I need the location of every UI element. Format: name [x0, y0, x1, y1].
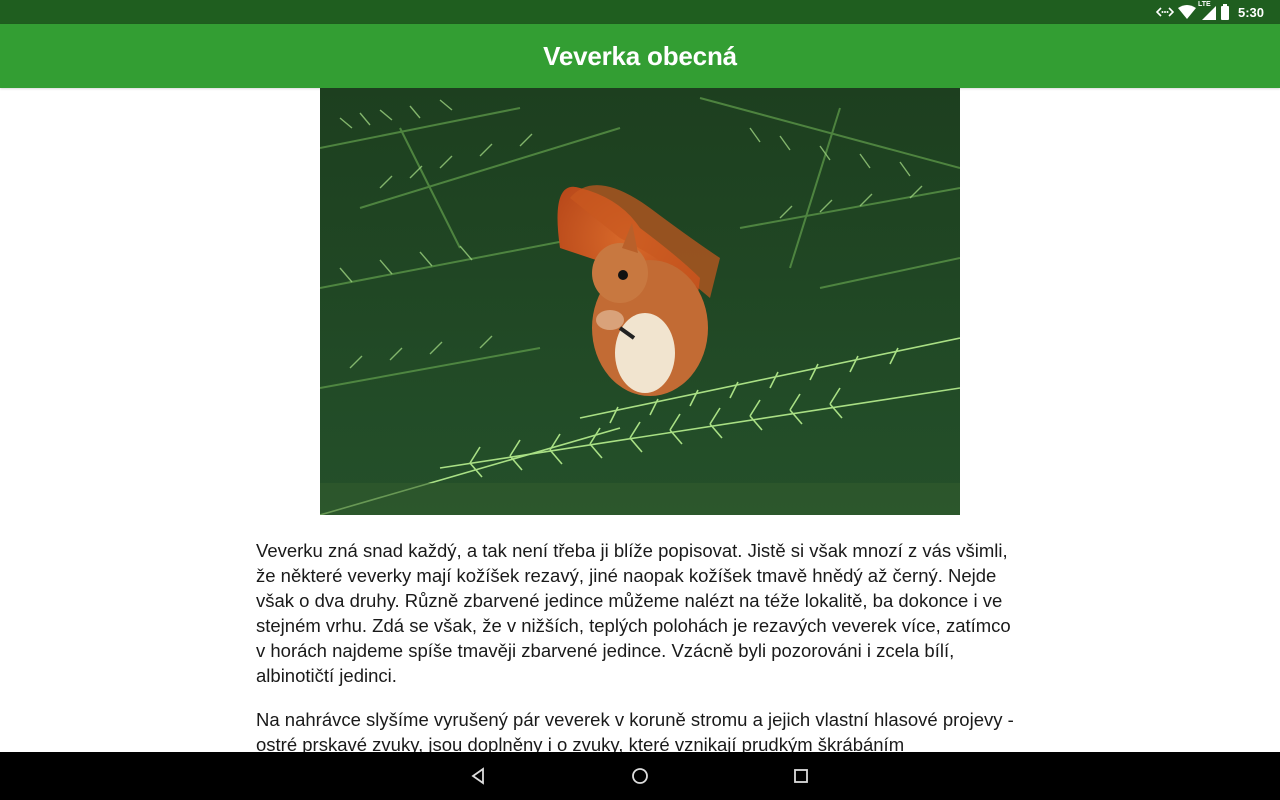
- clock: 5:30: [1237, 4, 1264, 20]
- data-sync-icon: [1155, 5, 1174, 19]
- article-paragraph-1: Veverku zná snad každý, a tak není třeba…: [256, 540, 1011, 686]
- wifi-icon: [1177, 5, 1196, 19]
- lte-signal-icon: LTE: [1197, 1, 1216, 20]
- page-title: Veverka obecná: [543, 40, 737, 71]
- back-icon[interactable]: [466, 764, 490, 788]
- article-text: Veverku zná snad každý, a tak není třeba…: [256, 538, 1024, 752]
- article-paragraph-2: Na nahrávce slyšíme vyrušený pár veverek…: [256, 709, 1014, 752]
- battery-icon: [1220, 4, 1230, 20]
- red-squirrel-photo: [320, 88, 960, 515]
- app-bar: Veverka obecná: [0, 24, 1280, 88]
- status-icons: LTE 5:30: [1155, 0, 1264, 24]
- content-scroll[interactable]: Veverku zná snad každý, a tak není třeba…: [0, 88, 1280, 752]
- status-bar: LTE 5:30: [0, 0, 1280, 24]
- navigation-bar: [0, 752, 1280, 800]
- network-label: LTE: [1197, 1, 1211, 8]
- home-icon[interactable]: [628, 764, 652, 788]
- recents-icon[interactable]: [789, 764, 813, 788]
